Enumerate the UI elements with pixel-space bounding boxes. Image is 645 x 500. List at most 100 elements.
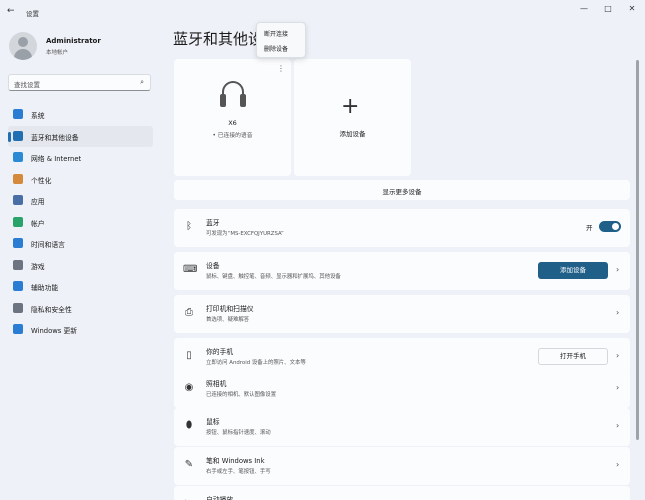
add-device-card[interactable]: + 添加设备 bbox=[294, 59, 411, 176]
show-more-label: 显示更多设备 bbox=[382, 188, 422, 196]
settings-row-3[interactable]: ◉ 照相机已连接的相机、默认图像设置 › bbox=[174, 370, 630, 408]
search-placeholder: 查找设置 bbox=[14, 81, 40, 89]
brush-icon bbox=[13, 173, 23, 184]
sidebar-item-5[interactable]: 帐户 bbox=[8, 212, 153, 234]
scrollbar[interactable] bbox=[636, 60, 639, 440]
context-menu: 断开连接 删除设备 bbox=[256, 22, 306, 58]
chevron-right-icon: › bbox=[616, 265, 620, 274]
back-arrow-icon[interactable]: ← bbox=[7, 6, 15, 16]
settings-row-5[interactable]: ✎ 笔和 Windows Ink 右手或左手、笔按钮、手写 › bbox=[174, 447, 630, 485]
bluetooth-row: ᛒ 蓝牙 可发现为“MS-EXCFQJYURZSA” 开 bbox=[174, 209, 630, 247]
update-icon bbox=[13, 324, 23, 334]
printer-icon: ⎙ bbox=[185, 307, 193, 318]
sidebar-item-7[interactable]: 游戏 bbox=[8, 255, 153, 277]
mouse-icon: ⬮ bbox=[185, 420, 193, 431]
phone-icon: ▯ bbox=[186, 350, 192, 361]
shield-icon bbox=[13, 302, 23, 313]
bluetooth-toggle-label: 开 bbox=[586, 224, 593, 232]
window-title: 设置 bbox=[26, 10, 39, 18]
bluetooth-icon: ᛒ bbox=[186, 221, 192, 232]
minimize-icon[interactable]: — bbox=[577, 4, 591, 13]
row-subtitle: 鼠标、键盘、触控笔、音频、显示器和扩展坞、其他设备 bbox=[206, 274, 341, 280]
device-name: X6 bbox=[228, 119, 237, 127]
sidebar-item-label: 蓝牙和其他设备 bbox=[31, 133, 79, 142]
row-title: 笔和 Windows Ink bbox=[206, 457, 265, 465]
settings-row-0[interactable]: ⌨ 设备鼠标、键盘、触控笔、音频、显示器和扩展坞、其他设备 添加设备 › bbox=[174, 252, 630, 290]
sidebar-item-8[interactable]: 辅助功能 bbox=[8, 276, 153, 298]
row-title: 你的手机 bbox=[206, 348, 234, 356]
settings-row-4[interactable]: ⬮ 鼠标按钮、鼠标指针速度、滚动 › bbox=[174, 408, 630, 446]
sidebar-item-label: Windows 更新 bbox=[31, 327, 78, 335]
device-card-x6[interactable]: ⋮ X6 • 已连接的语音 bbox=[174, 59, 291, 176]
sidebar-item-label: 系统 bbox=[31, 112, 45, 120]
row-title: 鼠标 bbox=[206, 418, 220, 426]
row-title: 自动播放 bbox=[206, 496, 234, 500]
title-bar: ← 设置 — □ ✕ bbox=[0, 0, 645, 24]
sidebar-item-10[interactable]: Windows 更新 bbox=[8, 319, 153, 341]
active-indicator bbox=[8, 131, 11, 142]
clock-globe-icon bbox=[13, 238, 23, 248]
sidebar-nav: 系统蓝牙和其他设备 网络 & Internet 个性化应用帐户时间和语言游戏辅助功能… bbox=[8, 104, 153, 341]
sidebar-item-label: 个性化 bbox=[31, 176, 52, 185]
camera-icon: ◉ bbox=[184, 382, 194, 393]
row-title: 打印机和扫描仪 bbox=[206, 305, 254, 313]
add-device-label: 添加设备 bbox=[339, 130, 366, 138]
sidebar-item-label: 时间和语言 bbox=[31, 241, 65, 249]
sidebar-item-label: 网络 & Internet bbox=[31, 155, 82, 163]
accessibility-icon bbox=[13, 281, 23, 291]
sidebar-item-9[interactable]: 隐私和安全性 bbox=[8, 298, 153, 320]
row-title: 照相机 bbox=[206, 380, 227, 388]
sidebar-item-label: 帐户 bbox=[31, 219, 45, 228]
search-icon: ⌕ bbox=[140, 78, 144, 86]
show-more-devices-button[interactable]: 显示更多设备 bbox=[174, 180, 630, 200]
bluetooth-subtitle: 可发现为“MS-EXCFQJYURZSA” bbox=[206, 231, 284, 237]
user-profile[interactable]: Administrator 本地帐户 bbox=[9, 32, 159, 60]
chevron-right-icon: › bbox=[616, 308, 620, 317]
sidebar-item-1[interactable]: 蓝牙和其他设备 bbox=[8, 125, 153, 147]
sidebar-item-label: 辅助功能 bbox=[31, 284, 59, 292]
close-icon[interactable]: ✕ bbox=[625, 4, 639, 13]
sidebar-item-0[interactable]: 系统 bbox=[8, 104, 153, 126]
sidebar-item-4[interactable]: 应用 bbox=[8, 190, 153, 212]
row-subtitle: 右手或左手、笔按钮、手写 bbox=[206, 469, 271, 475]
bluetooth-title: 蓝牙 bbox=[206, 219, 220, 227]
chevron-right-icon: › bbox=[616, 421, 620, 430]
settings-row-6[interactable]: ▷自动播放› bbox=[174, 486, 630, 500]
row-action-button[interactable]: 打开手机 bbox=[538, 348, 608, 365]
headphones-icon bbox=[219, 81, 247, 111]
row-subtitle: 按钮、鼠标指针速度、滚动 bbox=[206, 430, 271, 436]
page-title: 蓝牙和其他设 bbox=[173, 30, 264, 48]
bluetooth-toggle[interactable] bbox=[599, 221, 621, 232]
keyboard-icon: ⌨ bbox=[183, 264, 198, 275]
gamepad-icon bbox=[13, 259, 23, 270]
sidebar-item-label: 应用 bbox=[31, 198, 45, 206]
menu-item-disconnect[interactable]: 断开连接 bbox=[264, 29, 288, 38]
sidebar-item-3[interactable]: 个性化 bbox=[8, 169, 153, 191]
sidebar-item-6[interactable]: 时间和语言 bbox=[8, 233, 153, 255]
row-title: 设备 bbox=[206, 262, 220, 270]
sidebar-item-2[interactable]: 网络 & Internet bbox=[8, 147, 153, 169]
settings-row-1[interactable]: ⎙ 打印机和扫描仪 首选项、疑难解答 › bbox=[174, 295, 630, 333]
chevron-right-icon: › bbox=[616, 460, 620, 469]
account-icon bbox=[13, 216, 23, 227]
row-subtitle: 立即访问 Android 设备上的照片、文本等 bbox=[206, 360, 306, 366]
device-status: • 已连接的语音 bbox=[212, 133, 253, 139]
search-input[interactable]: 查找设置 ⌕ bbox=[8, 74, 151, 91]
user-name: Administrator bbox=[46, 37, 101, 45]
maximize-icon[interactable]: □ bbox=[601, 4, 615, 13]
bluetooth-icon bbox=[13, 130, 23, 141]
menu-item-remove-device[interactable]: 删除设备 bbox=[264, 44, 288, 53]
more-options-icon[interactable]: ⋮ bbox=[277, 64, 285, 73]
account-type: 本地帐户 bbox=[46, 50, 69, 56]
row-action-button[interactable]: 添加设备 bbox=[538, 262, 608, 279]
network-icon bbox=[13, 152, 23, 162]
sidebar-item-label: 隐私和安全性 bbox=[31, 305, 72, 314]
chevron-right-icon: › bbox=[616, 383, 620, 392]
chevron-right-icon: › bbox=[616, 351, 620, 360]
row-subtitle: 已连接的相机、默认图像设置 bbox=[206, 392, 277, 398]
apps-icon bbox=[13, 195, 23, 205]
pen-icon: ✎ bbox=[184, 459, 194, 470]
plus-icon: + bbox=[341, 94, 360, 119]
avatar bbox=[9, 32, 37, 60]
system-icon bbox=[13, 109, 23, 119]
